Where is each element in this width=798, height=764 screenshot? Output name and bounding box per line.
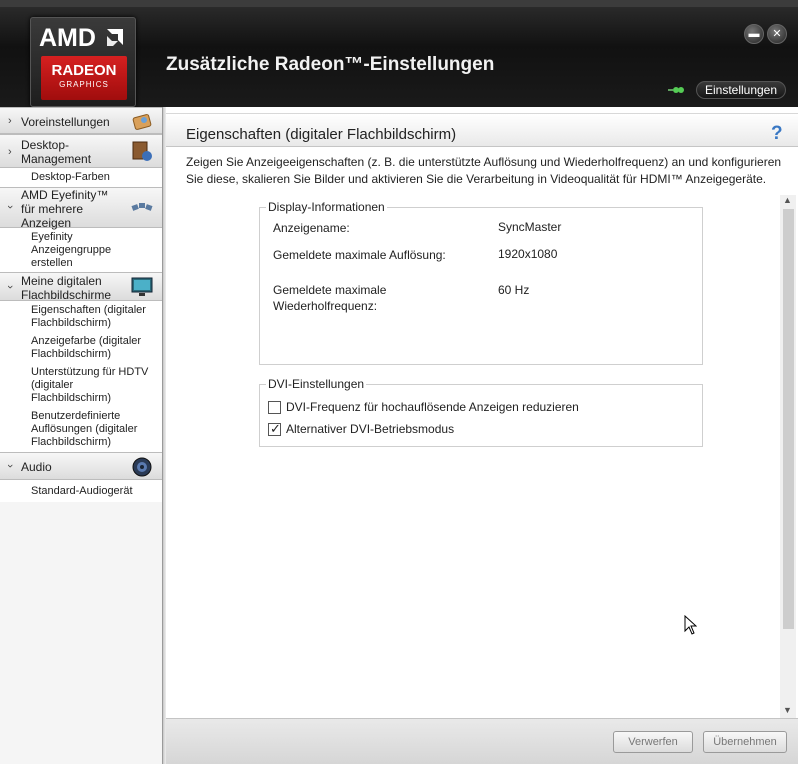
app-title: Zusätzliche Radeon™-Einstellungen: [166, 54, 495, 75]
logo-subtitle: GRAPHICS: [59, 80, 109, 89]
max-refresh-rate-value: 60 Hz: [498, 283, 530, 297]
max-resolution-value: 1920x1080: [498, 247, 558, 261]
page-title: Eigenschaften (digitaler Flachbildschirm…: [186, 126, 457, 143]
content-scrollbar[interactable]: ▲ ▼: [780, 195, 796, 719]
sidebar-category-eyefinity[interactable]: › AMD Eyefinity™ für mehrere Anzeigen: [0, 187, 162, 230]
page-description: Zeigen Sie Anzeigeeigenschaften (z. B. d…: [186, 155, 782, 186]
scroll-down-icon[interactable]: ▼: [783, 705, 792, 715]
chevron-right-icon: ›: [8, 146, 12, 158]
display-name-value: SyncMaster: [498, 220, 562, 234]
logo-radeon-badge: RADEON GRAPHICS: [41, 56, 127, 100]
sidebar-item-digital-flat-panel-properties[interactable]: Eigenschaften (digitaler Flachbildschirm…: [0, 301, 162, 331]
max-refresh-rate-label-line: Gemeldete maximale: [273, 283, 387, 297]
scroll-up-icon[interactable]: ▲: [783, 195, 792, 205]
sidebar-category-desktop-management[interactable]: › Desktop- Management: [0, 134, 162, 168]
scroll-thumb[interactable]: [783, 209, 794, 629]
sidebar-item-hdtv-support[interactable]: Unterstützung für HDTV (digitaler Flachb…: [0, 362, 162, 406]
close-button[interactable]: ✕: [767, 24, 787, 44]
sidebar-item-label-line: Unterstützung für HDTV: [31, 366, 149, 378]
sidebar-category-label-line: Flachbildschirme: [21, 288, 112, 302]
reduce-dvi-frequency-label[interactable]: DVI-Frequenz für hochauflösende Anzeigen…: [286, 399, 579, 415]
desktop-management-icon: [132, 141, 152, 161]
preset-icon: [132, 114, 152, 130]
sidebar-item-custom-resolutions[interactable]: Benutzerdefinierte Auflösungen (digitale…: [0, 406, 162, 452]
max-refresh-rate-label: Gemeldete maximale Wiederholfrequenz:: [273, 282, 386, 314]
sidebar-category-label-line: Anzeigen: [21, 216, 72, 230]
sidebar-item-eyefinity-group[interactable]: Eyefinity Anzeigengruppe erstellen: [0, 228, 162, 272]
sidebar-item-label-line: Flachbildschirm): [31, 317, 112, 329]
app-header: AMD RADEON GRAPHICS Zusätzliche Radeon™-…: [0, 0, 798, 107]
logo-product: RADEON: [51, 62, 117, 79]
sidebar-item-label-line: Eigenschaften (digitaler: [31, 304, 146, 316]
discard-button[interactable]: Verwerfen: [613, 731, 693, 753]
speaker-icon: [132, 457, 152, 477]
sidebar-item-label-line: erstellen: [31, 257, 73, 269]
sidebar-item-label-line: Flachbildschirm): [31, 392, 112, 404]
sidebar-item-display-color[interactable]: Anzeigefarbe (digitaler Flachbildschirm): [0, 331, 162, 362]
chevron-right-icon: ›: [8, 115, 12, 127]
apply-button[interactable]: Übernehmen: [703, 731, 787, 753]
close-icon: ✕: [772, 28, 782, 40]
action-footer: Verwerfen Übernehmen: [166, 718, 798, 764]
sidebar-category-label-line: Desktop-: [21, 138, 70, 152]
chevron-down-icon: ›: [3, 205, 16, 209]
logo-brand: AMD: [39, 24, 96, 52]
reduce-dvi-frequency-checkbox[interactable]: [268, 401, 281, 414]
max-refresh-rate-label-line: Wiederholfrequenz:: [273, 299, 378, 313]
sidebar-item-label: Standard-Audiogerät: [31, 485, 133, 497]
display-info-group: Display-Informationen Anzeigename: SyncM…: [259, 200, 703, 365]
eyefinity-icon: [131, 203, 153, 211]
sidebar-item-label-line: Anzeigengruppe: [31, 244, 112, 256]
amd-radeon-logo: AMD RADEON GRAPHICS: [30, 17, 136, 107]
page-title-bar: Eigenschaften (digitaler Flachbildschirm…: [166, 113, 798, 147]
sidebar-item-label-line: Flachbildschirm): [31, 348, 112, 360]
sidebar-category-label-line: Management: [21, 152, 92, 166]
sidebar-category-label: Audio: [21, 460, 52, 474]
chevron-down-icon: ›: [3, 464, 16, 468]
amd-arrow-icon: [107, 29, 123, 46]
monitor-icon: [131, 277, 153, 296]
checkmark-icon: ✓: [270, 421, 281, 436]
chevron-down-icon: ›: [3, 285, 16, 289]
help-icon[interactable]: ?: [771, 123, 783, 145]
sidebar-item-label-line: Flachbildschirm): [31, 436, 112, 448]
settings-button[interactable]: Einstellungen: [696, 81, 786, 99]
max-resolution-label: Gemeldete maximale Auflösung:: [273, 248, 446, 262]
dvi-settings-group: DVI-Einstellungen DVI-Frequenz für hocha…: [259, 377, 703, 447]
main-panel: Eigenschaften (digitaler Flachbildschirm…: [166, 107, 798, 764]
display-name-label: Anzeigename:: [273, 221, 350, 235]
sidebar-item-label-line: (digitaler: [31, 379, 74, 391]
sidebar-item-label: Desktop-Farben: [31, 171, 110, 183]
sidebar-category-presets[interactable]: › Voreinstellungen: [0, 107, 162, 134]
alternate-dvi-mode-label[interactable]: Alternativer DVI-Betriebsmodus: [286, 421, 454, 437]
alternate-dvi-mode-checkbox[interactable]: ✓: [268, 421, 281, 436]
sidebar-category-label-line: Meine digitalen: [21, 274, 102, 288]
sidebar-item-label-line: Eyefinity: [31, 231, 73, 243]
sidebar-category-label-line: AMD Eyefinity™: [21, 188, 109, 202]
minimize-icon: ▬: [748, 28, 760, 40]
mouse-cursor-icon: [684, 615, 697, 635]
sidebar-category-label: Voreinstellungen: [21, 115, 110, 129]
sidebar-item-label-line: Benutzerdefinierte: [31, 410, 121, 422]
group-legend: Display-Informationen: [266, 200, 387, 214]
sidebar-item-desktop-colors[interactable]: Desktop-Farben: [0, 168, 162, 187]
sidebar-item-label-line: Anzeigefarbe (digitaler: [31, 335, 142, 347]
minimize-button[interactable]: ▬: [744, 24, 764, 44]
sidebar-item-default-audio-device[interactable]: Standard-Audiogerät: [0, 480, 162, 502]
sidebar-category-digital-flat-panels[interactable]: › Meine digitalen Flachbildschirme: [0, 272, 162, 302]
group-legend: DVI-Einstellungen: [266, 377, 367, 391]
connection-status-icon: [668, 87, 684, 93]
sidebar-item-label-line: Auflösungen (digitaler: [31, 423, 138, 435]
sidebar-nav: › Voreinstellungen › Desktop- Management…: [0, 107, 163, 764]
sidebar-category-label-line: für mehrere: [21, 202, 84, 216]
sidebar-category-audio[interactable]: › Audio: [0, 452, 162, 480]
